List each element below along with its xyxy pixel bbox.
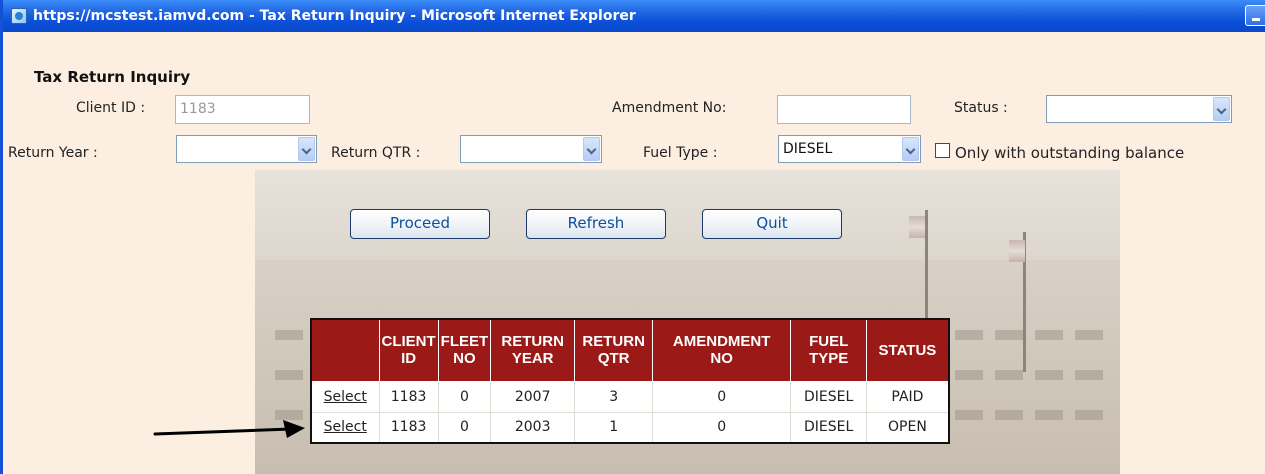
return-year-cell: 2003	[490, 411, 576, 444]
flag	[1009, 240, 1025, 262]
amendment-no-label: Amendment No:	[612, 100, 727, 116]
amendment-no-cell: 0	[652, 411, 792, 444]
status-cell: PAID	[866, 380, 950, 413]
return-qtr-cell: 1	[574, 411, 654, 444]
column-header-select	[310, 318, 380, 382]
fuel-type-select-value: DIESEL	[783, 141, 833, 157]
status-select[interactable]	[1046, 95, 1232, 123]
select-link[interactable]: Select	[324, 419, 367, 435]
chevron-down-icon[interactable]	[298, 137, 315, 161]
fuel-type-select[interactable]: DIESEL	[778, 135, 921, 163]
fleet-no-cell: 0	[437, 411, 492, 444]
arrow-right-icon	[153, 420, 305, 438]
status-label: Status :	[954, 100, 1008, 116]
column-header-fleet-no: FLEET NO	[437, 318, 492, 382]
chevron-down-icon[interactable]	[583, 137, 600, 161]
amendment-no-cell: 0	[652, 380, 792, 413]
status-cell: OPEN	[866, 411, 950, 444]
page-content: Tax Return Inquiry Client ID : 1183 Amen…	[3, 32, 1265, 474]
return-qtr-select[interactable]	[460, 135, 602, 163]
outstanding-balance-label[interactable]: Only with outstanding balance	[955, 144, 1184, 162]
table-header-row: CLIENT ID FLEET NO RETURN YEAR RETURN QTR AM…	[310, 318, 950, 382]
column-header-client-id: CLIENT ID	[378, 318, 439, 382]
client-id-cell: 1183	[378, 380, 439, 413]
return-year-select[interactable]	[176, 135, 317, 163]
window-title: https://mcstest.iamvd.com - Tax Return I…	[33, 8, 636, 24]
column-header-amendment-no: AMENDMENT NO	[652, 318, 792, 382]
client-id-input[interactable]: 1183	[175, 95, 310, 124]
select-link-cell: Select	[310, 411, 380, 444]
chevron-down-icon[interactable]	[902, 137, 919, 161]
return-year-label: Return Year :	[8, 145, 98, 161]
fleet-no-cell: 0	[437, 380, 492, 413]
fuel-type-label: Fuel Type :	[643, 145, 718, 161]
column-header-fuel-type: FUEL TYPE	[790, 318, 868, 382]
chevron-down-icon[interactable]	[1213, 97, 1230, 121]
column-header-return-qtr: RETURN QTR	[574, 318, 654, 382]
outstanding-balance-checkbox[interactable]	[935, 143, 950, 158]
browser-window: https://mcstest.iamvd.com - Tax Return I…	[0, 0, 1265, 474]
amendment-no-input[interactable]	[777, 95, 911, 124]
results-table: CLIENT ID FLEET NO RETURN YEAR RETURN QTR AM…	[310, 318, 950, 444]
return-qtr-label: Return QTR :	[331, 145, 421, 161]
refresh-button[interactable]: Refresh	[526, 209, 666, 239]
client-id-label: Client ID :	[76, 100, 146, 116]
form-title: Tax Return Inquiry	[34, 68, 191, 86]
client-id-cell: 1183	[378, 411, 439, 444]
return-qtr-cell: 3	[574, 380, 654, 413]
table-row: Select 1183 0 2003 1 0 DIESEL OPEN	[310, 411, 950, 444]
title-bar[interactable]: https://mcstest.iamvd.com - Tax Return I…	[3, 0, 1265, 32]
table-row: Select 1183 0 2007 3 0 DIESEL PAID	[310, 380, 950, 413]
ie-page-icon	[11, 8, 27, 24]
select-link-cell: Select	[310, 380, 380, 413]
proceed-button[interactable]: Proceed	[350, 209, 490, 239]
fuel-type-cell: DIESEL	[790, 380, 868, 413]
flag	[909, 216, 925, 238]
quit-button[interactable]: Quit	[702, 209, 842, 239]
return-year-cell: 2007	[490, 380, 576, 413]
fuel-type-cell: DIESEL	[790, 411, 868, 444]
select-link[interactable]: Select	[324, 389, 367, 405]
column-header-return-year: RETURN YEAR	[490, 318, 576, 382]
column-header-status: STATUS	[866, 318, 950, 382]
minimize-icon[interactable]	[1245, 5, 1265, 26]
